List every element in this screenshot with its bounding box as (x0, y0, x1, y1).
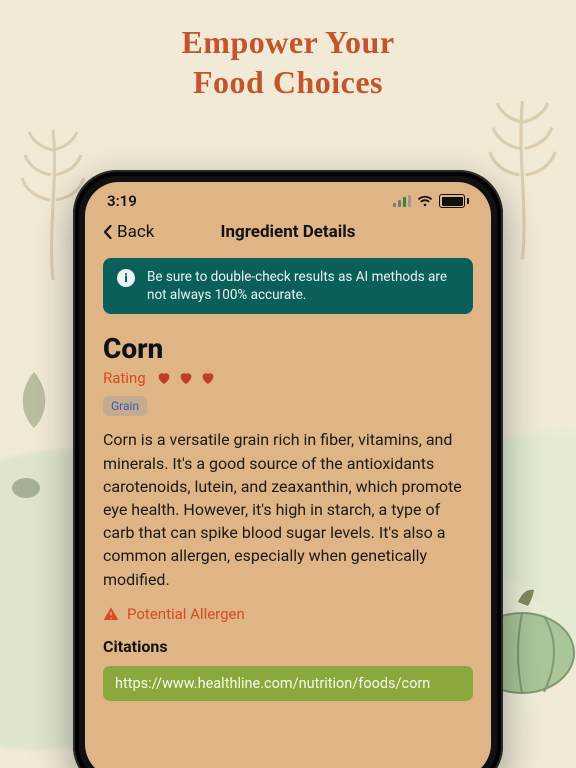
promo-headline: Empower Your Food Choices (0, 0, 576, 102)
heart-icon (200, 370, 216, 386)
allergen-label: Potential Allergen (127, 605, 245, 623)
ingredient-name: Corn (103, 332, 473, 365)
allergen-warning: Potential Allergen (103, 605, 473, 623)
rating-label: Rating (103, 369, 146, 387)
info-icon: i (117, 269, 135, 287)
status-right-cluster (393, 194, 469, 208)
battery-icon (439, 194, 469, 208)
content-area: i Be sure to double-check results as AI … (85, 252, 491, 701)
promo-stage: Empower Your Food Choices 3:19 Back (0, 0, 576, 768)
citations-heading: Citations (103, 637, 473, 656)
ai-accuracy-notice: i Be sure to double-check results as AI … (103, 258, 473, 314)
heart-icon (178, 370, 194, 386)
headline-line-1: Empower Your (0, 22, 576, 62)
category-chip[interactable]: Grain (103, 396, 147, 416)
app-screen: 3:19 Back Ingredient Details (85, 182, 491, 768)
seed-icon (8, 470, 44, 506)
status-time: 3:19 (107, 192, 137, 210)
leaf-icon (14, 370, 54, 430)
wifi-icon (417, 195, 433, 207)
citation-link[interactable]: https://www.healthline.com/nutrition/foo… (103, 666, 473, 701)
rating-row: Rating (103, 369, 473, 387)
back-label: Back (117, 222, 154, 242)
headline-line-2: Food Choices (0, 62, 576, 102)
heart-icon (156, 370, 172, 386)
notice-text: Be sure to double-check results as AI me… (147, 268, 459, 304)
device-frame: 3:19 Back Ingredient Details (73, 170, 503, 768)
nav-bar: Back Ingredient Details (85, 220, 491, 252)
ingredient-description: Corn is a versatile grain rich in fiber,… (103, 428, 473, 590)
cellular-signal-icon (393, 195, 411, 207)
status-bar: 3:19 (85, 182, 491, 220)
chevron-left-icon (101, 225, 115, 239)
back-button[interactable]: Back (101, 222, 154, 242)
rating-hearts (156, 370, 216, 386)
warning-icon (103, 606, 119, 622)
